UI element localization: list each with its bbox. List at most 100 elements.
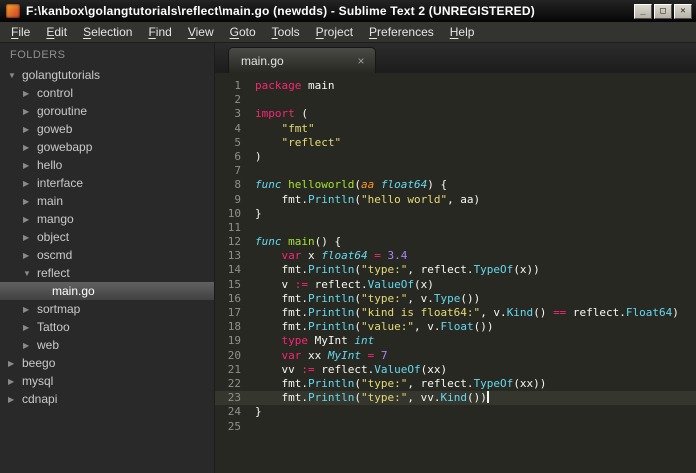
tree-file-main.go[interactable]: main.go (0, 282, 214, 300)
code-line[interactable]: 18 fmt.Println("value:", v.Float()) (215, 320, 696, 334)
menu-selection[interactable]: Selection (75, 23, 140, 41)
tree-folder-tattoo[interactable]: ▶ Tattoo (0, 318, 214, 336)
chevron-right-icon[interactable]: ▶ (23, 323, 37, 332)
tree-item-label: object (37, 230, 70, 244)
tree-folder-cdnapi[interactable]: ▶ cdnapi (0, 390, 214, 408)
chevron-right-icon[interactable]: ▶ (23, 107, 37, 116)
chevron-down-icon[interactable]: ▼ (8, 71, 22, 80)
chevron-right-icon[interactable]: ▶ (23, 143, 37, 152)
menu-view[interactable]: View (180, 23, 222, 41)
code-line[interactable]: 15 v := reflect.ValueOf(x) (215, 278, 696, 292)
code-area[interactable]: 1 package main 2 3 import (4 "fmt" 5 "reflect… (215, 73, 696, 473)
tree-folder-object[interactable]: ▶ object (0, 228, 214, 246)
code-text: } (255, 206, 262, 220)
code-line[interactable]: 3 import ( (215, 107, 696, 121)
code-line[interactable]: 2 (215, 93, 696, 107)
menu-preferences[interactable]: Preferences (361, 23, 442, 41)
menu-project[interactable]: Project (308, 23, 361, 41)
tree-folder-hello[interactable]: ▶ hello (0, 156, 214, 174)
code-line[interactable]: 20 var xx MyInt = 7 (215, 349, 696, 363)
tree-item-label: mango (37, 212, 74, 226)
minimize-button[interactable]: _ (634, 3, 652, 19)
code-line[interactable]: 1 package main (215, 79, 696, 93)
code-line[interactable]: 12 func main() { (215, 235, 696, 249)
chevron-right-icon[interactable]: ▶ (23, 251, 37, 260)
code-line[interactable]: 25 (215, 420, 696, 434)
chevron-right-icon[interactable]: ▶ (8, 359, 22, 368)
tree-item-label: main (37, 194, 64, 208)
chevron-right-icon[interactable]: ▶ (23, 161, 37, 170)
chevron-right-icon[interactable]: ▶ (23, 89, 37, 98)
line-number: 16 (227, 291, 241, 305)
code-line[interactable]: 5 "reflect" (215, 136, 696, 150)
tree-folder-mango[interactable]: ▶ mango (0, 210, 214, 228)
tree-item-label: interface (37, 176, 84, 190)
maximize-button[interactable]: □ (654, 3, 672, 19)
line-number: 13 (227, 249, 241, 263)
tab-main-go[interactable]: main.go × (228, 47, 376, 73)
tree-folder-web[interactable]: ▶ web (0, 336, 214, 354)
tree-folder-control[interactable]: ▶ control (0, 84, 214, 102)
tab-close-icon[interactable]: × (354, 54, 368, 68)
tree-item-label: golangtutorials (22, 68, 101, 82)
tree-folder-mysql[interactable]: ▶ mysql (0, 372, 214, 390)
tree-folder-oscmd[interactable]: ▶ oscmd (0, 246, 214, 264)
app-window: F:\kanbox\golangtutorials\reflect\main.g… (0, 0, 696, 473)
code-line[interactable]: 13 var x float64 = 3.4 (215, 249, 696, 263)
chevron-right-icon[interactable]: ▶ (23, 233, 37, 242)
tree-folder-beego[interactable]: ▶ beego (0, 354, 214, 372)
chevron-right-icon[interactable]: ▶ (23, 341, 37, 350)
menu-file[interactable]: File (3, 23, 38, 41)
code-line[interactable]: 19 type MyInt int (215, 334, 696, 348)
tree-folder-goweb[interactable]: ▶ goweb (0, 120, 214, 138)
code-text: fmt.Println("type:", reflect.TypeOf(xx)) (255, 376, 547, 390)
code-line[interactable]: 21 vv := reflect.ValueOf(xx) (215, 363, 696, 377)
tree-folder-golangtutorials[interactable]: ▼ golangtutorials (0, 66, 214, 84)
menu-find[interactable]: Find (140, 23, 179, 41)
code-line[interactable]: 22 fmt.Println("type:", reflect.TypeOf(x… (215, 377, 696, 391)
line-number: 12 (227, 235, 241, 249)
code-line[interactable]: 10} (215, 207, 696, 221)
code-line[interactable]: 16 fmt.Println("type:", v.Type()) (215, 292, 696, 306)
tree-folder-reflect[interactable]: ▼ reflect (0, 264, 214, 282)
chevron-right-icon[interactable]: ▶ (23, 179, 37, 188)
tree-folder-interface[interactable]: ▶ interface (0, 174, 214, 192)
code-line[interactable]: 23 fmt.Println("type:", vv.Kind()) (215, 391, 696, 406)
menu-help[interactable]: Help (442, 23, 483, 41)
code-line[interactable]: 11 (215, 221, 696, 235)
code-line[interactable]: 24} (215, 405, 696, 419)
menu-tools[interactable]: Tools (264, 23, 308, 41)
code-line[interactable]: 9 fmt.Println("hello world", aa) (215, 193, 696, 207)
code-line[interactable]: 7 (215, 164, 696, 178)
chevron-right-icon[interactable]: ▶ (23, 305, 37, 314)
code-line[interactable]: 8 func helloworld(aa float64) { (215, 178, 696, 192)
chevron-right-icon[interactable]: ▶ (23, 215, 37, 224)
chevron-down-icon[interactable]: ▼ (23, 269, 37, 278)
chevron-right-icon[interactable]: ▶ (8, 395, 22, 404)
window-controls: _ □ ✕ (634, 3, 692, 19)
code-line[interactable]: 6) (215, 150, 696, 164)
tree-folder-main[interactable]: ▶ main (0, 192, 214, 210)
menu-edit[interactable]: Edit (38, 23, 75, 41)
line-number: 24 (227, 405, 241, 419)
close-button[interactable]: ✕ (674, 3, 692, 19)
code-line[interactable]: 17 fmt.Println("kind is float64:", v.Kin… (215, 306, 696, 320)
main-area: FOLDERS ▼ golangtutorials ▶ control ▶ gorouti… (0, 43, 696, 473)
chevron-right-icon[interactable]: ▶ (23, 197, 37, 206)
tree-folder-gowebapp[interactable]: ▶ gowebapp (0, 138, 214, 156)
tree-folder-goroutine[interactable]: ▶ goroutine (0, 102, 214, 120)
code-text: func main() { (255, 235, 342, 249)
tree-item-label: sortmap (37, 302, 81, 316)
chevron-right-icon[interactable]: ▶ (23, 125, 37, 134)
tree-item-label: goweb (37, 122, 73, 136)
chevron-right-icon[interactable]: ▶ (8, 377, 22, 386)
sublime-app-icon (6, 4, 20, 18)
line-number: 21 (227, 362, 241, 376)
code-text: fmt.Println("type:", vv.Kind()) (255, 391, 489, 405)
code-line[interactable]: 14 fmt.Println("type:", reflect.TypeOf(x… (215, 263, 696, 277)
code-line[interactable]: 4 "fmt" (215, 122, 696, 136)
line-number: 15 (227, 277, 241, 291)
code-text: ) (255, 149, 262, 163)
tree-folder-sortmap[interactable]: ▶ sortmap (0, 300, 214, 318)
menu-goto[interactable]: Goto (222, 23, 264, 41)
